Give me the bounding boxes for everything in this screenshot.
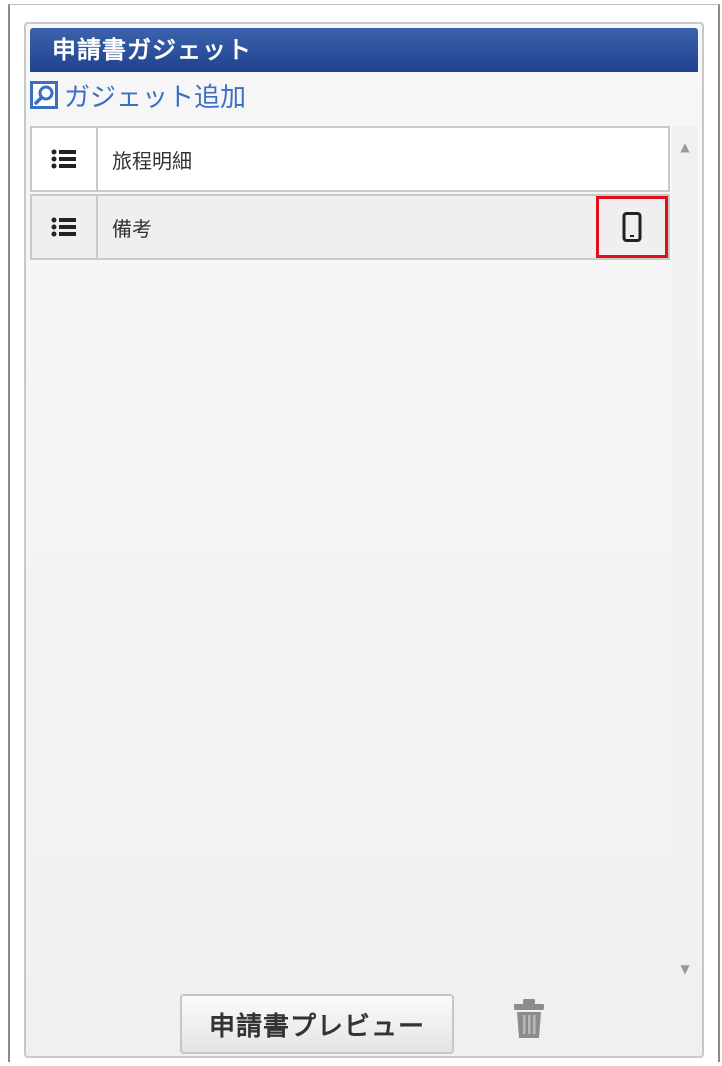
mobile-toggle-cell: [596, 196, 668, 258]
gadget-name: 旅程明細: [112, 148, 192, 173]
list-item[interactable]: 備考: [30, 194, 670, 260]
scroll-down-arrow-icon[interactable]: ▼: [672, 956, 698, 982]
add-gadget-link[interactable]: ガジェット追加: [30, 76, 246, 114]
trash-icon[interactable]: [512, 998, 546, 1040]
gadget-panel: 申請書ガジェット ガジェット追加 旅程明細 備考 ▲ ▼ 申請書プレビュー: [24, 22, 704, 1058]
gadget-name: 備考: [112, 216, 152, 241]
add-gadget-label: ガジェット追加: [64, 82, 247, 113]
list-item[interactable]: 旅程明細: [30, 126, 670, 192]
list-scrollbar[interactable]: ▲ ▼: [672, 126, 698, 986]
panel-title: 申請書ガジェット: [30, 28, 698, 72]
panel-footer: 申請書プレビュー: [26, 992, 706, 1056]
list-icon[interactable]: [32, 128, 98, 190]
mobile-toggle[interactable]: [596, 196, 668, 258]
list-icon[interactable]: [32, 196, 98, 258]
preview-button[interactable]: 申請書プレビュー: [180, 994, 454, 1054]
gadget-list: 旅程明細 備考: [30, 126, 670, 986]
smartphone-icon: [622, 212, 642, 242]
search-icon: [30, 81, 58, 109]
scroll-up-arrow-icon[interactable]: ▲: [672, 134, 698, 160]
